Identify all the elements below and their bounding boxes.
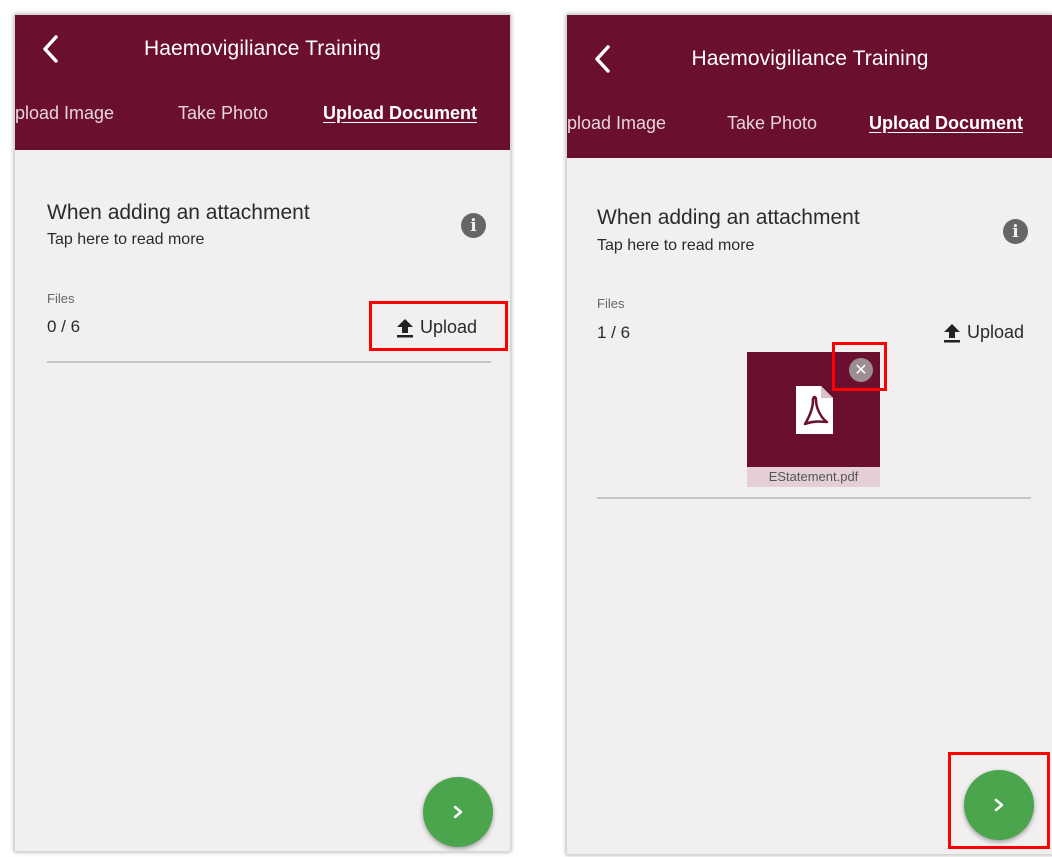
chevron-right-icon (453, 805, 463, 819)
tab-upload-image[interactable]: pload Image (15, 103, 114, 124)
page-title: Haemovigiliance Training (691, 47, 929, 70)
attachment-info-link[interactable]: Tap here to read more (47, 231, 204, 249)
files-count: 0 / 6 (47, 317, 81, 336)
divider (47, 361, 491, 363)
tab-bar: pload Image Take Photo Upload Document (15, 103, 510, 133)
attachment-info-link[interactable]: Tap here to read more (597, 237, 754, 255)
next-button[interactable] (423, 777, 493, 847)
phone-screen-before-upload: Haemovigiliance Training pload Image Tak… (14, 14, 511, 852)
highlight-upload-button (369, 301, 508, 351)
files-count: 1 / 6 (597, 323, 631, 342)
tab-bar: pload Image Take Photo Upload Document (567, 113, 1052, 143)
divider (597, 497, 1031, 499)
attachment-info-title[interactable]: When adding an attachment (597, 206, 860, 230)
tab-upload-image[interactable]: pload Image (567, 113, 666, 134)
upload-icon (944, 323, 960, 342)
phone-screen-after-upload: Haemovigiliance Training pload Image Tak… (566, 14, 1052, 855)
app-bar: Haemovigiliance Training pload Image Tak… (567, 15, 1052, 158)
highlight-next-button (948, 752, 1050, 849)
tab-upload-document[interactable]: Upload Document (323, 103, 477, 124)
highlight-remove-button (832, 342, 887, 391)
page-title: Haemovigiliance Training (143, 37, 382, 60)
tab-upload-document[interactable]: Upload Document (869, 113, 1023, 134)
tab-take-photo[interactable]: Take Photo (727, 113, 817, 134)
attachment-info-title[interactable]: When adding an attachment (47, 201, 310, 225)
files-label: Files (47, 291, 75, 306)
upload-label: Upload (967, 322, 1025, 342)
files-label: Files (597, 296, 625, 311)
attachment-filename: EStatement.pdf (747, 467, 880, 487)
tab-take-photo[interactable]: Take Photo (178, 103, 268, 124)
info-icon[interactable]: i (461, 213, 486, 238)
info-icon[interactable]: i (1003, 219, 1028, 244)
upload-button[interactable]: Upload (943, 322, 1024, 343)
pdf-file-icon (796, 386, 833, 434)
app-bar: Haemovigiliance Training pload Image Tak… (15, 15, 510, 150)
